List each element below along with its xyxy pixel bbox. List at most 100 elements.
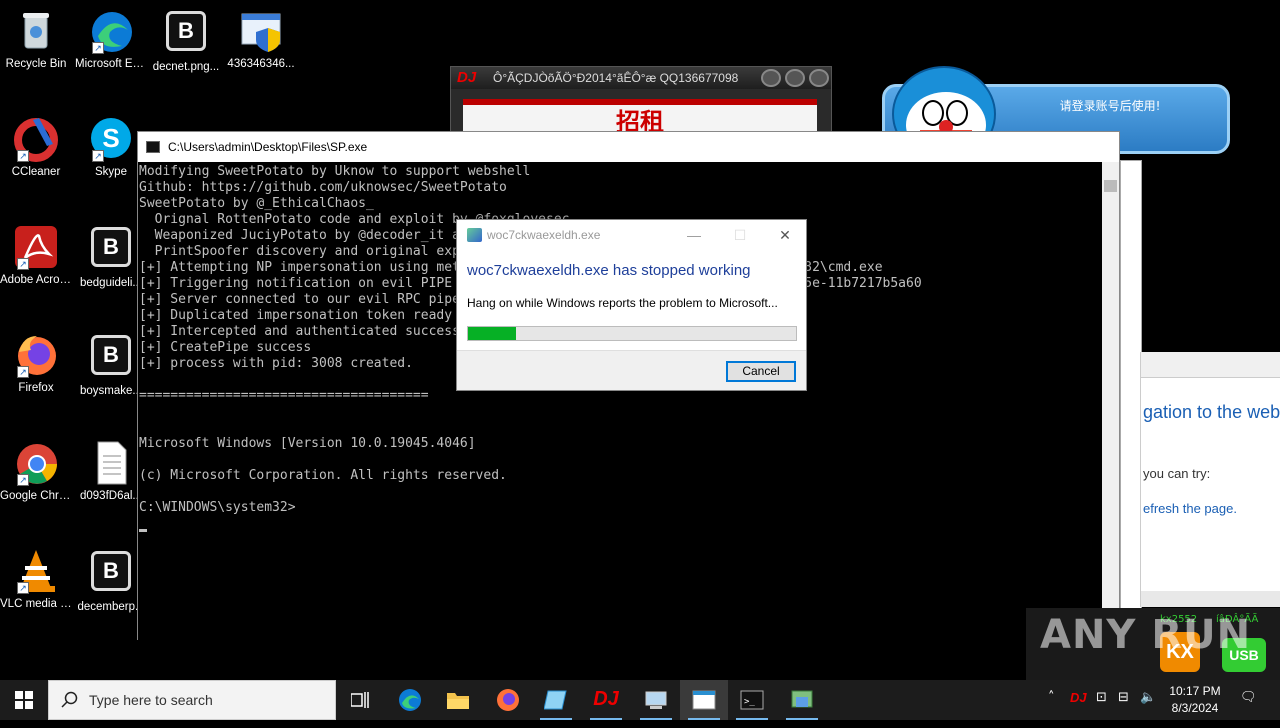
cancel-button[interactable]: Cancel — [726, 361, 796, 382]
b3-file-icon: B — [166, 11, 206, 51]
firefox-icon[interactable]: ↗ Firefox — [0, 332, 72, 396]
browser-horizontal-scrollbar[interactable] — [1141, 591, 1280, 607]
chevron-up-icon[interactable]: ˄ — [1048, 690, 1055, 705]
browser-title-bar[interactable] — [1141, 352, 1280, 378]
recycle-bin-icon — [23, 13, 49, 49]
clock[interactable]: 10:17 PM 8/3/2024 — [1160, 683, 1230, 717]
progress-fill — [468, 327, 516, 340]
file-icon[interactable]: B decnet.png... — [150, 8, 222, 75]
clock-time: 10:17 PM — [1169, 684, 1221, 698]
taskbar-file-explorer[interactable] — [434, 680, 482, 720]
dialog-window-title: woc7ckwaexeldh.exe — [487, 228, 601, 242]
svg-text:S: S — [102, 123, 119, 153]
dialog-heading: woc7ckwaexeldh.exe has stopped working — [467, 262, 751, 279]
edge-icon — [399, 689, 421, 711]
browser-window[interactable]: gation to the web you can try: efresh th… — [1140, 352, 1280, 607]
browser-refresh-link[interactable]: efresh the page. — [1143, 501, 1237, 516]
minimize-icon[interactable]: — — [671, 220, 717, 250]
taskbar-wer[interactable] — [778, 680, 826, 720]
recycle-bin-icon[interactable]: Recycle Bin — [0, 8, 72, 72]
taskbar-app-active[interactable] — [680, 680, 728, 720]
taskbar-search-box[interactable]: Type here to search — [48, 680, 336, 720]
console-line: Microsoft Windows [Version 10.0.19045.40… — [139, 436, 476, 451]
notification-icon[interactable]: 🗨 — [1240, 690, 1257, 705]
taskbar-app[interactable] — [532, 680, 580, 720]
taskbar-console[interactable]: >_ — [728, 680, 776, 720]
browser-error-heading: gation to the web — [1143, 402, 1280, 422]
console-window-title: C:\Users\admin\Desktop\Files\SP.exe — [168, 140, 368, 154]
dj-tray-icon[interactable]: DJ — [1070, 690, 1087, 705]
clock-date: 8/3/2024 — [1171, 701, 1219, 715]
console-line: (c) Microsoft Corporation. All rights re… — [139, 468, 507, 483]
anyrun-watermark: ANY RUN — [1040, 612, 1252, 658]
task-view-button[interactable] — [336, 680, 384, 720]
dialog-title-bar[interactable]: woc7ckwaexeldh.exe — ☐ ✕ — [457, 220, 806, 250]
taskbar-firefox[interactable] — [484, 680, 532, 720]
dj-close-button[interactable] — [809, 69, 829, 87]
chrome-icon[interactable]: ↗ Google Chrome — [0, 440, 72, 504]
file-icon[interactable]: 436346346... — [225, 8, 297, 72]
shortcut-arrow-icon: ↗ — [17, 474, 29, 486]
search-icon — [61, 691, 78, 708]
console-title-bar[interactable]: C:\Users\admin\Desktop\Files\SP.exe — [138, 132, 1119, 162]
console-line: C:\WINDOWS\system32> — [139, 500, 296, 515]
shortcut-arrow-icon: ↗ — [17, 150, 29, 162]
desktop-icon-label: Firefox — [18, 382, 54, 394]
close-icon[interactable]: ✕ — [762, 220, 808, 250]
console-cursor — [139, 529, 147, 532]
taskbar-edge[interactable] — [386, 680, 434, 720]
notes-app-icon — [543, 690, 567, 710]
error-report-icon — [791, 690, 813, 708]
ccleaner-icon[interactable]: ↗ CCleaner — [0, 116, 72, 180]
report-progress-bar — [467, 326, 797, 341]
acrobat-icon[interactable]: ↗ Adobe Acrobat — [0, 224, 72, 288]
volume-icon[interactable]: 🔈 — [1140, 690, 1156, 705]
shortcut-arrow-icon: ↗ — [92, 42, 104, 54]
dj-minimize-button[interactable] — [761, 69, 781, 87]
vlc-icon[interactable]: ↗ VLC media player — [0, 548, 72, 612]
dialog-message: Hang on while Windows reports the proble… — [467, 296, 778, 310]
taskbar-app[interactable] — [632, 680, 680, 720]
error-report-dialog[interactable]: woc7ckwaexeldh.exe — ☐ ✕ woc7ckwaexeldh.… — [456, 219, 807, 391]
folder-icon — [447, 693, 469, 709]
dj-title-bar[interactable]: DJ Ô°ÃÇDJÒõÃÖ°Ð2014°ãÊÔ°æ QQ136677098 — [451, 67, 831, 89]
desktop-icon-label: Google Chrome — [0, 490, 72, 502]
desktop-icon-label: Adobe Acrobat — [0, 274, 72, 286]
shortcut-arrow-icon: ↗ — [92, 150, 104, 162]
desktop-icon-label: Recycle Bin — [5, 58, 67, 70]
b3-file-icon: B — [91, 551, 131, 591]
taskbar: Type here to search DJ >_ ˄ DJ ⊡ ⊟ 🔈 10:… — [0, 680, 1280, 720]
background-window[interactable] — [1120, 160, 1142, 610]
console-app-icon — [146, 141, 160, 153]
desktop-icon-label: CCleaner — [11, 166, 61, 178]
console-scrollbar[interactable] — [1102, 162, 1119, 640]
wer-app-icon — [467, 228, 482, 242]
console-icon: >_ — [740, 690, 764, 710]
b3-file-icon: B — [91, 335, 131, 375]
doraemon-message: 请登录账号后使用! — [1059, 99, 1161, 113]
desktop-icon-label: VLC media player — [0, 598, 72, 610]
desktop-icon-label: 436346346... — [227, 58, 295, 70]
console-scrollbar-thumb[interactable] — [1104, 180, 1117, 192]
search-placeholder: Type here to search — [89, 692, 213, 708]
windows-logo-icon — [15, 691, 33, 709]
start-button[interactable] — [0, 680, 48, 720]
computer-app-icon — [645, 691, 667, 709]
device-tray-icon[interactable]: ⊡ — [1096, 690, 1107, 705]
network-icon[interactable]: ⊟ — [1118, 690, 1129, 705]
desktop-icon-label: decnet.png... — [152, 61, 220, 73]
edge-icon[interactable]: ↗ Microsoft Edge — [75, 8, 147, 72]
shield-file-icon — [241, 13, 281, 52]
console-line: Github: https://github.com/uknowsec/Swee… — [139, 180, 507, 195]
taskbar-dj[interactable]: DJ — [582, 680, 630, 720]
shortcut-arrow-icon: ↗ — [17, 582, 29, 594]
dj-maximize-button[interactable] — [785, 69, 805, 87]
dialog-footer: Cancel — [457, 350, 806, 390]
dj-logo: DJ — [457, 69, 477, 86]
shortcut-arrow-icon: ↗ — [17, 258, 29, 270]
b3-file-icon: B — [91, 227, 131, 267]
shortcut-arrow-icon: ↗ — [17, 366, 29, 378]
